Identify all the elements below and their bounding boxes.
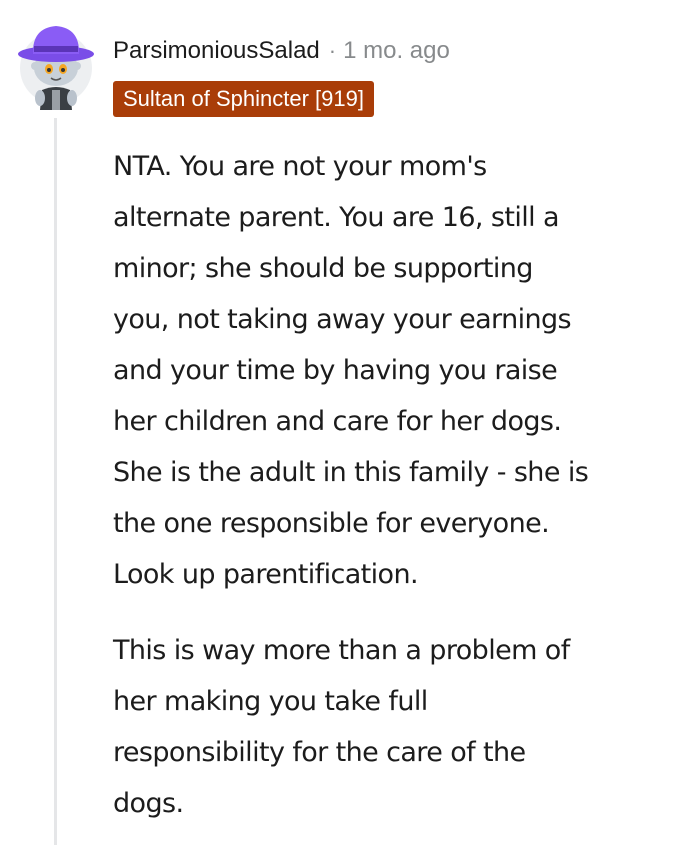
comment-line: responsibility for the care of the <box>113 737 526 768</box>
comment-line: NTA. You are not your mom's <box>113 151 487 182</box>
user-avatar[interactable] <box>16 16 94 110</box>
comment-line: her making you take full <box>113 686 428 717</box>
comment-line: you, not taking away your earnings <box>113 304 572 335</box>
comment-line: She is the adult in this family - she is <box>113 457 589 488</box>
comment-line: and your time by having you raise <box>113 355 558 386</box>
comment-line: dogs. <box>113 788 184 819</box>
comment-timestamp[interactable]: 1 mo. ago <box>343 37 450 65</box>
comment-line: This is way more than a problem of <box>113 635 570 666</box>
comment-line: the one responsible for everyone. <box>113 508 550 539</box>
comment-paragraph: This is way more than a problem of her m… <box>113 625 693 829</box>
author-username[interactable]: ParsimoniousSalad <box>113 37 320 65</box>
comment-line: her children and care for her dogs. <box>113 406 562 437</box>
comment-body: NTA. You are not your mom's alternate pa… <box>113 141 693 829</box>
snoo-avatar-purple-hat-icon <box>18 26 94 110</box>
meta-separator: · <box>328 38 337 63</box>
user-flair-badge: Sultan of Sphincter [919] <box>113 81 374 117</box>
comment-line: Look up parentification. <box>113 559 419 590</box>
comment-line: minor; she should be supporting <box>113 253 533 284</box>
comment-line: alternate parent. You are 16, still a <box>113 202 560 233</box>
comment-paragraph: NTA. You are not your mom's alternate pa… <box>113 141 693 600</box>
comment-meta: ParsimoniousSalad · 1 mo. ago <box>113 34 450 68</box>
thread-collapse-line[interactable] <box>54 118 57 845</box>
comment: ParsimoniousSalad · 1 mo. ago Sultan of … <box>0 0 700 845</box>
